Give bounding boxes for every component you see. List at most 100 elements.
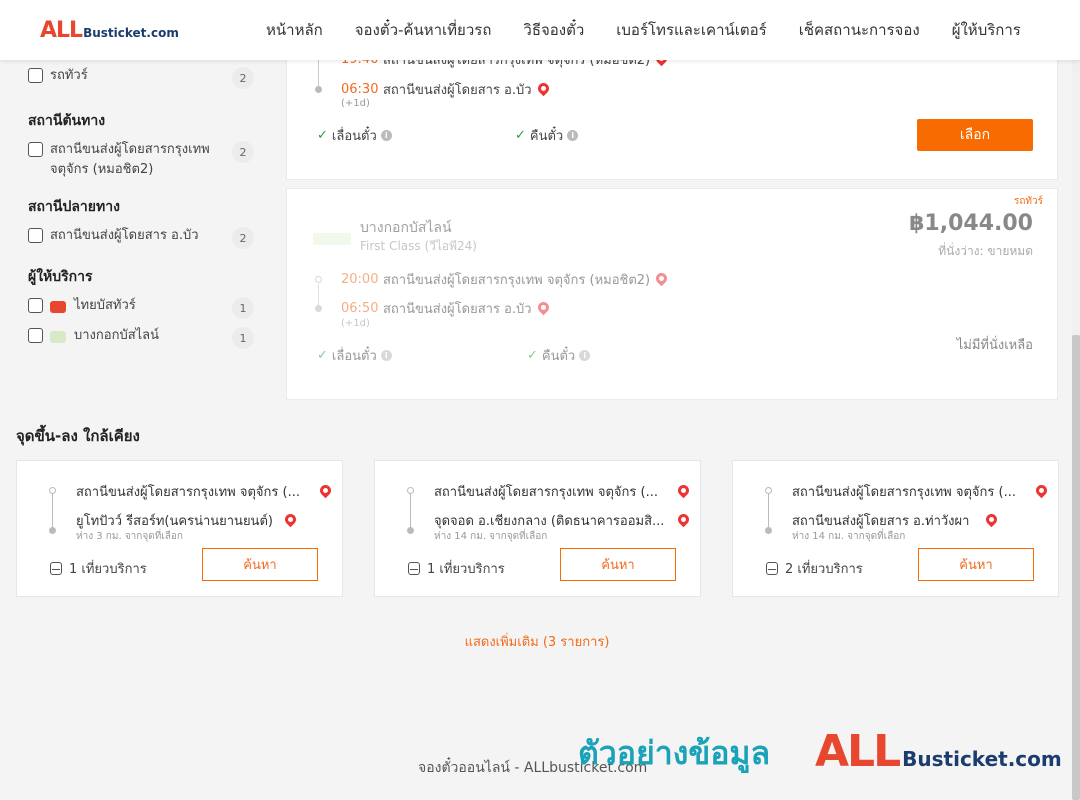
seat-availability: ที่นั่งว่าง: ขายหมด [938,244,1033,258]
route-dot-end [407,527,414,534]
route-line [410,491,411,531]
nearby-trip-count: 1 เที่ยวบริการ [50,558,147,579]
nav-operators[interactable]: ผู้ให้บริการ [936,18,1037,42]
filter-operator-bangkokbusline[interactable]: บางกอกบัสไลน์ 1 [28,326,258,349]
watermark-logo: ALL Busticket.com [815,726,1062,777]
checkbox[interactable] [28,298,43,313]
nearby-from-station: สถานีขนส่งผู้โดยสารกรุงเทพ จตุจักร (... [792,485,1016,500]
checkbox[interactable] [28,228,43,243]
check-icon: ✓ [317,128,328,143]
route-dot-start [49,487,56,494]
departure-row: 20:00 สถานีขนส่งผู้โดยสารกรุงเทพ จตุจักร… [341,269,670,290]
check-icon: ✓ [317,348,328,363]
checkbox[interactable] [28,142,43,157]
route-dot-end [315,86,322,93]
filter-label: สถานีขนส่งผู้โดยสารกรุงเทพ จตุจักร (หมอช… [50,142,210,177]
nav-phone-counters[interactable]: เบอร์โทรและเคาน์เตอร์ [600,18,782,42]
show-more-link[interactable]: แสดงเพิ่มเติม (3 รายการ) [0,631,1074,652]
bus-type-tag: รถทัวร์ [1013,196,1043,207]
nav-book-search[interactable]: จองตั๋ว-ค้นหาเที่ยวรถ [339,18,508,42]
main-nav: หน้าหลัก จองตั๋ว-ค้นหาเที่ยวรถ วิธีจองตั… [250,0,1037,60]
map-pin-icon[interactable] [1033,482,1050,499]
nearby-section-title: จุดขึ้น-ลง ใกล้เคียง [16,427,140,445]
watermark-logo-rest: Busticket.com [902,747,1062,771]
bus-icon [408,562,420,575]
nearby-from-station: สถานีขนส่งผู้โดยสารกรุงเทพ จตุจักร (... [434,485,658,500]
watermark-logo-all: ALL [815,726,901,777]
bus-class: First Class (วีไอพี24) [360,239,477,253]
nearby-distance: ห่าง 3 กม. จากจุดที่เลือก [76,531,183,542]
map-pin-icon[interactable] [653,270,670,287]
route-dot-end [315,305,322,312]
map-pin-icon[interactable] [675,482,692,499]
filter-title-origin: สถานีต้นทาง [28,113,106,129]
nearby-from-station: สถานีขนส่งผู้โดยสารกรุงเทพ จตุจักร (... [76,485,300,500]
route-dot-end [765,527,772,534]
trip-count-label: 2 เที่ยวบริการ [785,562,863,577]
nearby-distance: ห่าง 14 กม. จากจุดที่เลือก [792,531,906,542]
no-seats-left-label: ไม่มีที่นั่งเหลือ [956,338,1033,353]
trip-count-label: 1 เที่ยวบริการ [69,562,147,577]
checkbox[interactable] [28,328,43,343]
nav-how-to-book[interactable]: วิธีจองตั๋ว [507,18,600,42]
filter-label: บางกอกบัสไลน์ [74,328,160,343]
bangkok-bus-line-logo-icon [50,331,66,343]
trip-card-sold-out: รถทัวร์ บางกอกบัสไลน์ First Class (วีไอพ… [286,188,1058,400]
site-logo[interactable]: ALL Busticket.com [40,18,179,43]
filter-label: รถทัวร์ [50,68,88,83]
nearby-to-station: จุดจอด อ.เชียงกลาง (ติดธนาคารออมสิ... [434,514,665,529]
filter-title-operators: ผู้ให้บริการ [28,269,93,285]
filter-sidebar: รถทัวร์ 2 สถานีต้นทาง สถานีขนส่งผู้โดยสา… [28,62,258,356]
nearby-to-station: สถานีขนส่งผู้โดยสาร อ.ท่าวังผา [792,514,970,529]
nearby-search-button[interactable]: ค้นหา [202,548,318,581]
info-icon[interactable]: i [567,130,579,141]
map-pin-icon[interactable] [983,511,1000,528]
top-header: ALL Busticket.com หน้าหลัก จองตั๋ว-ค้นหา… [0,0,1080,60]
info-icon[interactable]: i [380,130,392,141]
map-pin-icon[interactable] [535,80,551,97]
thai-bus-tour-logo-icon [50,301,66,313]
bus-icon [50,562,62,575]
filter-label: สถานีขนส่งผู้โดยสาร อ.บัว [50,228,199,243]
operator-name: บางกอกบัสไลน์ [360,220,452,236]
filter-operator-thaibus[interactable]: ไทยบัสทัวร์ 1 [28,296,258,319]
select-trip-button[interactable]: เลือก [917,119,1033,151]
filter-origin[interactable]: สถานีขนส่งผู้โดยสารกรุงเทพ จตุจักร (หมอช… [28,140,258,180]
nearby-card: สถานีขนส่งผู้โดยสารกรุงเทพ จตุจักร (... … [16,460,343,597]
info-icon[interactable]: i [579,350,591,361]
route-dot-end [49,527,56,534]
arrival-station: สถานีขนส่งผู้โดยสาร อ.บัว [383,83,532,98]
check-icon: ✓ [515,128,526,143]
nearby-search-button[interactable]: ค้นหา [560,548,676,581]
check-icon: ✓ [527,348,538,363]
nearby-search-button[interactable]: ค้นหา [918,548,1034,581]
nav-check-booking[interactable]: เช็คสถานะการจอง [783,18,936,42]
map-pin-icon[interactable] [282,511,299,528]
count-badge: 2 [232,67,254,89]
arrival-time: 06:30 [341,82,379,97]
arrival-time: 06:50 [341,301,379,316]
count-badge: 2 [232,141,254,163]
map-pin-icon[interactable] [675,511,692,528]
bus-icon [766,562,778,575]
feature-refund: ✓ คืนตั๋ว i [515,125,579,146]
nearby-to-station: ยูโทปัวว์ รีสอร์ท(นครน่านยานยนต์) [76,514,273,529]
arrival-row: 06:50 สถานีขนส่งผู้โดยสาร อ.บัว [341,298,551,319]
checkbox[interactable] [28,68,43,83]
feature-reschedule: ✓ เลื่อนตั๋ว i [317,345,392,366]
trip-count-label: 1 เที่ยวบริการ [427,562,505,577]
map-pin-icon[interactable] [317,482,334,499]
info-icon[interactable]: i [380,350,392,361]
ticket-price: ฿1,044.00 [909,211,1033,236]
scrollbar-thumb[interactable] [1072,335,1080,800]
nearby-card: สถานีขนส่งผู้โดยสารกรุงเทพ จตุจักร (... … [732,460,1059,597]
nav-home[interactable]: หน้าหลัก [250,18,339,42]
route-line [318,284,319,306]
map-pin-icon[interactable] [535,299,551,316]
operator-logo [313,233,351,245]
feature-label: คืนตั๋ว [541,349,576,364]
feature-reschedule: ✓ เลื่อนตั๋ว i [317,125,392,146]
filter-destination[interactable]: สถานีขนส่งผู้โดยสาร อ.บัว 2 [28,226,258,249]
arrival-row: 06:30 สถานีขนส่งผู้โดยสาร อ.บัว [341,79,551,100]
filter-bus-type[interactable]: รถทัวร์ 2 [28,66,258,89]
